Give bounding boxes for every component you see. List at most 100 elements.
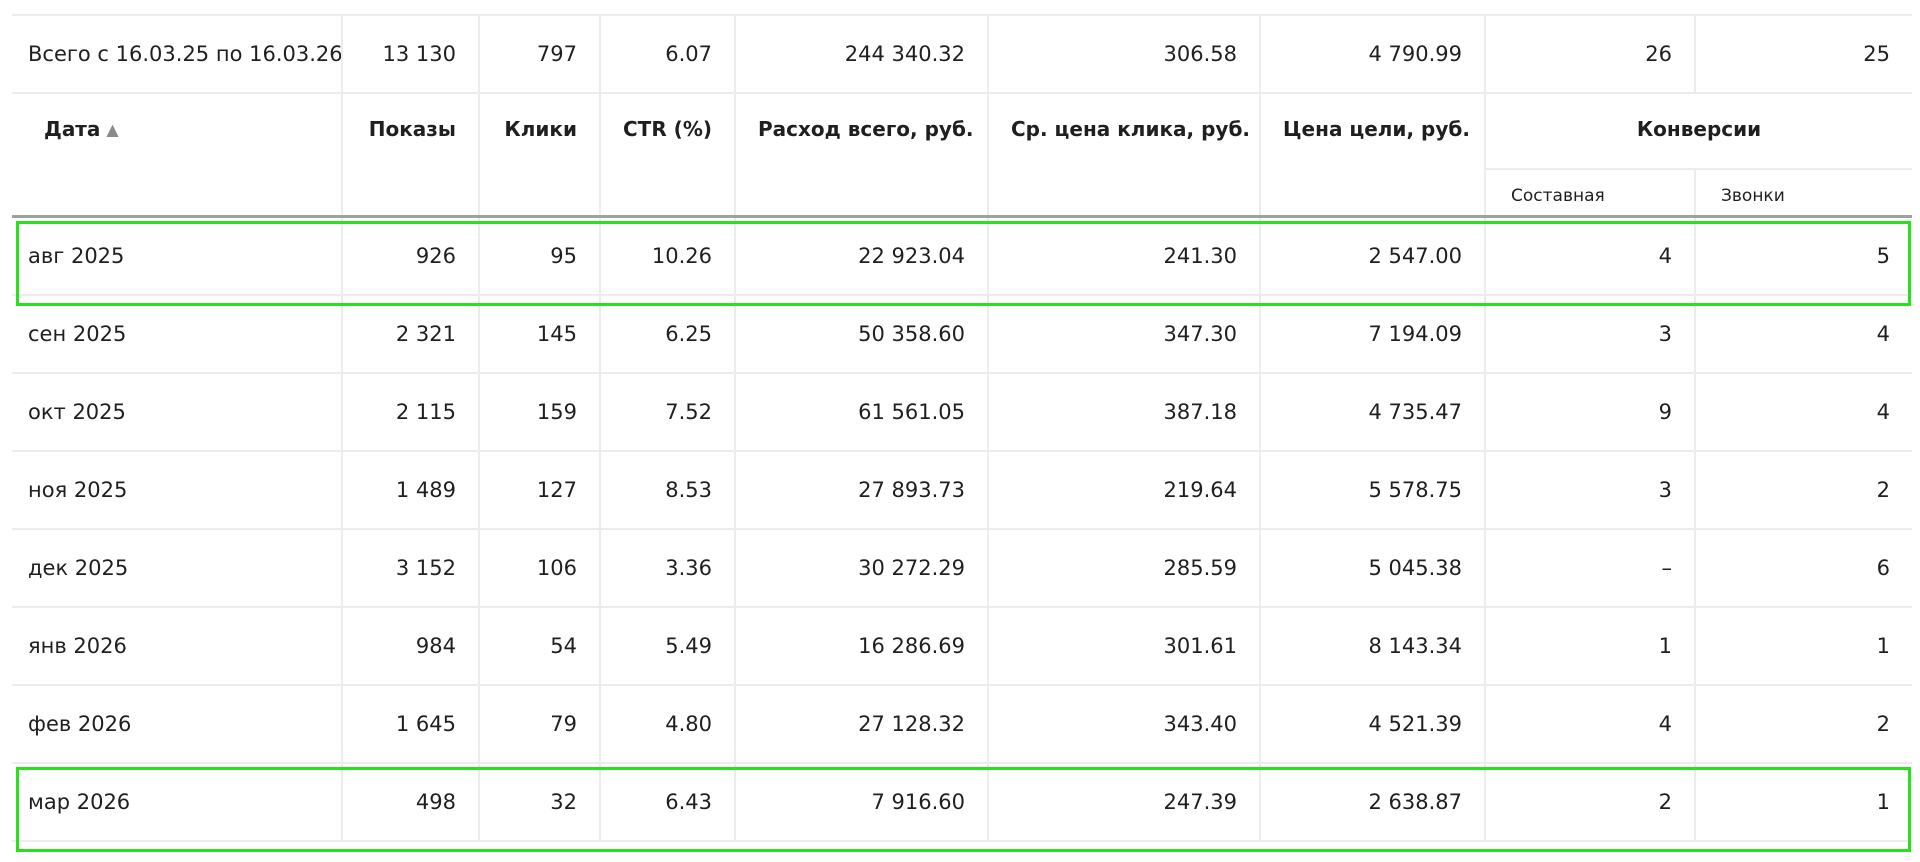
row-conv-calls: 4 bbox=[1695, 373, 1912, 452]
row-date: окт 2025 bbox=[12, 373, 343, 452]
row-ctr: 7.52 bbox=[600, 373, 736, 452]
row-avg-cpc: 285.59 bbox=[988, 529, 1261, 608]
column-header-avg-cpc[interactable]: Ср. цена клика, руб. bbox=[988, 93, 1261, 218]
table-row: янв 2026 984 54 5.49 16 286.69 301.61 8 143.34… bbox=[12, 607, 1912, 686]
row-avg-cpc: 241.30 bbox=[988, 216, 1261, 296]
row-shows: 2 115 bbox=[342, 373, 480, 452]
row-shows: 926 bbox=[342, 216, 480, 296]
column-header-shows[interactable]: Показы bbox=[342, 93, 480, 218]
row-conv-calls: 2 bbox=[1695, 451, 1912, 530]
row-ctr: 5.49 bbox=[600, 607, 736, 686]
statistics-table: Всего с 16.03.25 по 16.03.26 13 130 79 7 … bbox=[12, 14, 1912, 842]
total-label: Всего с 16.03.25 по 16.03.26 bbox=[12, 14, 343, 94]
row-conv-composite: 4 bbox=[1485, 685, 1696, 764]
row-goal-price: 4 521.39 bbox=[1260, 685, 1486, 764]
row-goal-price: 4 735.47 bbox=[1260, 373, 1486, 452]
row-conv-composite: 9 bbox=[1485, 373, 1696, 452]
column-header-date[interactable]: Дата ▲ bbox=[12, 93, 343, 218]
row-goal-price: 7 194.09 bbox=[1260, 295, 1486, 374]
total-row: Всего с 16.03.25 по 16.03.26 13 130 797 … bbox=[12, 14, 1912, 94]
row-date: янв 2026 bbox=[12, 607, 343, 686]
row-date: сен 2025 bbox=[12, 295, 343, 374]
row-conv-composite: 4 bbox=[1485, 216, 1696, 296]
column-header-spend[interactable]: Расход всего, руб. bbox=[735, 93, 989, 218]
table-row: сен 2025 2 321 145 6.25 50 358.60 347.30 7 194… bbox=[12, 295, 1912, 374]
row-spend: 7 916.60 bbox=[735, 763, 989, 842]
row-goal-price: 2 547.00 bbox=[1260, 216, 1486, 296]
row-ctr: 8.53 bbox=[600, 451, 736, 530]
row-shows: 3 152 bbox=[342, 529, 480, 608]
row-shows: 498 bbox=[342, 763, 480, 842]
row-date: дек 2025 bbox=[12, 529, 343, 608]
row-ctr: 4.80 bbox=[600, 685, 736, 764]
row-conv-calls: 2 bbox=[1695, 685, 1912, 764]
row-goal-price: 5 045.38 bbox=[1260, 529, 1486, 608]
row-clicks: 127 bbox=[479, 451, 601, 530]
total-spend: 244 340.32 bbox=[735, 14, 989, 94]
row-conv-calls: 6 bbox=[1695, 529, 1912, 608]
column-header-ctr[interactable]: CTR (%) bbox=[600, 93, 736, 218]
row-shows: 984 bbox=[342, 607, 480, 686]
table-row: авг 2025 926 95 10.26 22 923.04 241.30 2 547.0… bbox=[12, 216, 1912, 296]
total-conv-composite: 26 bbox=[1485, 14, 1696, 94]
total-shows: 13 130 bbox=[342, 14, 480, 94]
total-ctr: 6.07 bbox=[600, 14, 736, 94]
row-goal-price: 8 143.34 bbox=[1260, 607, 1486, 686]
row-goal-price: 5 578.75 bbox=[1260, 451, 1486, 530]
row-avg-cpc: 301.61 bbox=[988, 607, 1261, 686]
row-conv-calls: 4 bbox=[1695, 295, 1912, 374]
column-header-goal-price[interactable]: Цена цели, руб. bbox=[1260, 93, 1486, 218]
row-spend: 30 272.29 bbox=[735, 529, 989, 608]
row-shows: 2 321 bbox=[342, 295, 480, 374]
row-conv-composite: 2 bbox=[1485, 763, 1696, 842]
row-clicks: 32 bbox=[479, 763, 601, 842]
column-header-conv-calls[interactable]: Звонки bbox=[1695, 169, 1912, 218]
sort-ascending-icon: ▲ bbox=[106, 120, 119, 139]
row-date: авг 2025 bbox=[12, 216, 343, 296]
row-ctr: 3.36 bbox=[600, 529, 736, 608]
row-date: ноя 2025 bbox=[12, 451, 343, 530]
row-spend: 16 286.69 bbox=[735, 607, 989, 686]
row-conv-composite: – bbox=[1485, 529, 1696, 608]
table-body: авг 2025 926 95 10.26 22 923.04 241.30 2 547.0… bbox=[12, 216, 1912, 842]
table-row: дек 2025 3 152 106 3.36 30 272.29 285.59 5 045… bbox=[12, 529, 1912, 608]
row-conv-calls: 5 bbox=[1695, 216, 1912, 296]
row-avg-cpc: 343.40 bbox=[988, 685, 1261, 764]
column-header-clicks[interactable]: Клики bbox=[479, 93, 601, 218]
row-ctr: 6.43 bbox=[600, 763, 736, 842]
row-conv-calls: 1 bbox=[1695, 607, 1912, 686]
row-goal-price: 2 638.87 bbox=[1260, 763, 1486, 842]
table-row: фев 2026 1 645 79 4.80 27 128.32 343.40 4 521.… bbox=[12, 685, 1912, 764]
header-row: Дата ▲ Показы Клики CTR (%) Расход всего,… bbox=[12, 93, 1912, 218]
row-avg-cpc: 347.30 bbox=[988, 295, 1261, 374]
row-ctr: 10.26 bbox=[600, 216, 736, 296]
row-avg-cpc: 219.64 bbox=[988, 451, 1261, 530]
row-spend: 27 128.32 bbox=[735, 685, 989, 764]
column-group-conversions: Конверсии bbox=[1485, 93, 1912, 170]
column-header-conv-composite[interactable]: Составная bbox=[1485, 169, 1696, 218]
table-row: окт 2025 2 115 159 7.52 61 561.05 387.18 4 735… bbox=[12, 373, 1912, 452]
row-clicks: 95 bbox=[479, 216, 601, 296]
row-conv-composite: 3 bbox=[1485, 295, 1696, 374]
column-header-date-label: Дата bbox=[44, 117, 101, 141]
row-conv-calls: 1 bbox=[1695, 763, 1912, 842]
row-ctr: 6.25 bbox=[600, 295, 736, 374]
row-shows: 1 489 bbox=[342, 451, 480, 530]
row-spend: 22 923.04 bbox=[735, 216, 989, 296]
total-conv-calls: 25 bbox=[1695, 14, 1912, 94]
row-spend: 50 358.60 bbox=[735, 295, 989, 374]
total-avg-cpc: 306.58 bbox=[988, 14, 1261, 94]
row-shows: 1 645 bbox=[342, 685, 480, 764]
row-conv-composite: 3 bbox=[1485, 451, 1696, 530]
row-avg-cpc: 387.18 bbox=[988, 373, 1261, 452]
table-row: ноя 2025 1 489 127 8.53 27 893.73 219.64 5 578… bbox=[12, 451, 1912, 530]
row-date: фев 2026 bbox=[12, 685, 343, 764]
total-goal-price: 4 790.99 bbox=[1260, 14, 1486, 94]
row-clicks: 159 bbox=[479, 373, 601, 452]
total-clicks: 797 bbox=[479, 14, 601, 94]
row-conv-composite: 1 bbox=[1485, 607, 1696, 686]
row-clicks: 106 bbox=[479, 529, 601, 608]
row-spend: 61 561.05 bbox=[735, 373, 989, 452]
row-avg-cpc: 247.39 bbox=[988, 763, 1261, 842]
row-date: мар 2026 bbox=[12, 763, 343, 842]
